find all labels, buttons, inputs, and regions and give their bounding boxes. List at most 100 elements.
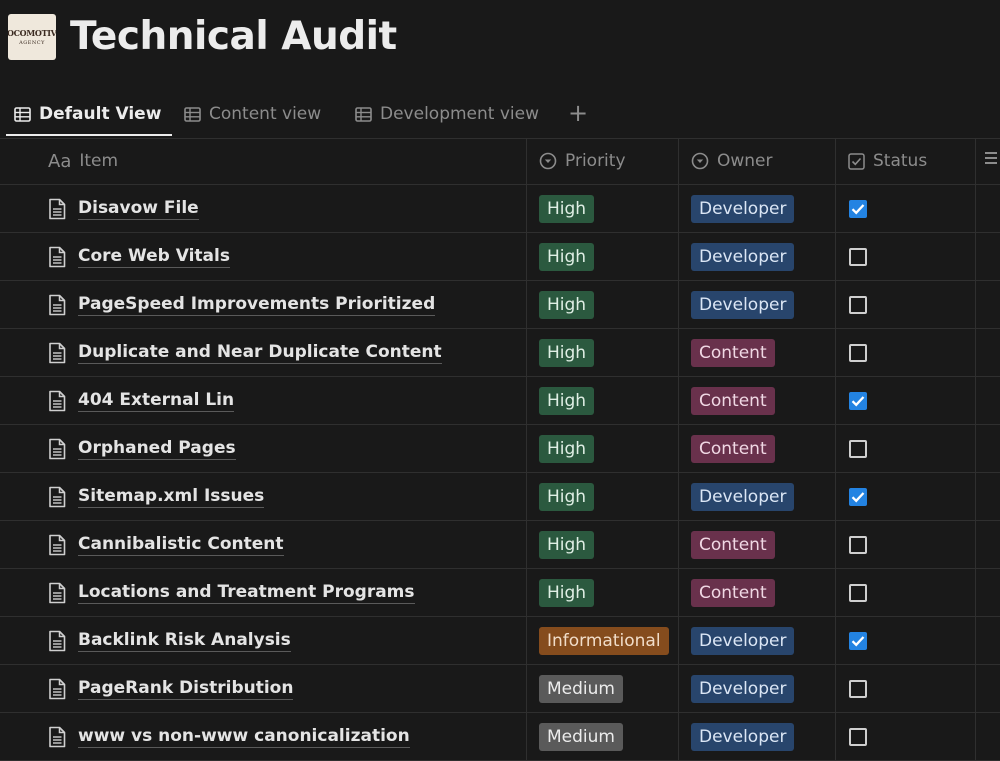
status-checkbox[interactable] bbox=[849, 727, 867, 746]
item-title[interactable]: Backlink Risk Analysis bbox=[78, 630, 291, 652]
item-title[interactable]: PageRank Distribution bbox=[78, 678, 294, 700]
priority-cell[interactable]: High bbox=[526, 185, 678, 232]
status-cell bbox=[835, 473, 975, 520]
owner-cell[interactable]: Developer bbox=[678, 617, 835, 664]
table-row[interactable]: Cannibalistic Content High Content bbox=[0, 521, 1000, 569]
item-cell[interactable]: PageSpeed Improvements Prioritized bbox=[0, 281, 526, 328]
item-title[interactable]: www vs non-www canonicalization bbox=[78, 726, 410, 748]
item-title[interactable]: 404 External Lin bbox=[78, 390, 235, 412]
status-checkbox[interactable] bbox=[849, 439, 867, 458]
tab-content-view[interactable]: Content view bbox=[184, 92, 321, 136]
column-header-owner[interactable]: Owner bbox=[678, 138, 835, 184]
tab-development-view[interactable]: Development view bbox=[355, 92, 539, 136]
page-icon-logo[interactable]: LOCOMOTIVE AGENCY bbox=[8, 14, 56, 60]
item-cell[interactable]: Backlink Risk Analysis bbox=[0, 617, 526, 664]
owner-cell[interactable]: Developer bbox=[678, 281, 835, 328]
priority-cell[interactable]: High bbox=[526, 233, 678, 280]
item-title[interactable]: Cannibalistic Content bbox=[78, 534, 284, 556]
add-view-button[interactable]: + bbox=[568, 98, 588, 128]
item-title[interactable]: Locations and Treatment Programs bbox=[78, 582, 415, 604]
table-row[interactable]: www vs non-www canonicalization Medium Dev… bbox=[0, 713, 1000, 761]
table-row[interactable]: Orphaned Pages High Content bbox=[0, 425, 1000, 473]
column-header-item[interactable]: Aa Item bbox=[0, 138, 526, 184]
priority-cell[interactable]: High bbox=[526, 569, 678, 616]
item-cell[interactable]: Sitemap.xml Issues bbox=[0, 473, 526, 520]
table-row[interactable]: 404 External Lin High Content bbox=[0, 377, 1000, 425]
item-cell[interactable]: Core Web Vitals bbox=[0, 233, 526, 280]
table-row[interactable]: Backlink Risk Analysis Informational Devel… bbox=[0, 617, 1000, 665]
item-cell[interactable]: www vs non-www canonicalization bbox=[0, 713, 526, 760]
owner-cell[interactable]: Content bbox=[678, 377, 835, 424]
owner-cell[interactable]: Developer bbox=[678, 233, 835, 280]
status-cell bbox=[835, 425, 975, 472]
item-title[interactable]: Core Web Vitals bbox=[78, 246, 230, 268]
priority-cell[interactable]: Informational bbox=[526, 617, 678, 664]
priority-cell[interactable]: Medium bbox=[526, 713, 678, 760]
owner-cell[interactable]: Developer bbox=[678, 185, 835, 232]
status-cell bbox=[835, 521, 975, 568]
status-checkbox[interactable] bbox=[849, 295, 867, 314]
priority-tag: Medium bbox=[539, 674, 623, 703]
priority-cell[interactable]: High bbox=[526, 377, 678, 424]
owner-cell[interactable]: Developer bbox=[678, 713, 835, 760]
status-checkbox[interactable] bbox=[849, 487, 867, 506]
status-checkbox[interactable] bbox=[849, 631, 867, 650]
item-cell[interactable]: Locations and Treatment Programs bbox=[0, 569, 526, 616]
owner-cell[interactable]: Developer bbox=[678, 473, 835, 520]
table-row[interactable]: Disavow File High Developer bbox=[0, 185, 1000, 233]
table-row[interactable]: PageSpeed Improvements Prioritized High De… bbox=[0, 281, 1000, 329]
owner-cell[interactable]: Content bbox=[678, 569, 835, 616]
item-title[interactable]: Sitemap.xml Issues bbox=[78, 486, 265, 508]
tab-default-view[interactable]: Default View bbox=[14, 92, 161, 136]
owner-cell[interactable]: Developer bbox=[678, 665, 835, 712]
item-cell[interactable]: Orphaned Pages bbox=[0, 425, 526, 472]
status-checkbox[interactable] bbox=[849, 199, 867, 218]
item-cell[interactable]: Disavow File bbox=[0, 185, 526, 232]
table-row[interactable]: Sitemap.xml Issues High Developer bbox=[0, 473, 1000, 521]
priority-cell[interactable]: High bbox=[526, 281, 678, 328]
check-icon bbox=[851, 491, 865, 502]
status-checkbox[interactable] bbox=[849, 391, 867, 410]
item-title[interactable]: Duplicate and Near Duplicate Content bbox=[78, 342, 442, 364]
page-icon bbox=[49, 438, 66, 459]
table-row[interactable]: Core Web Vitals High Developer bbox=[0, 233, 1000, 281]
status-cell bbox=[835, 233, 975, 280]
status-checkbox[interactable] bbox=[849, 679, 867, 698]
status-cell bbox=[835, 617, 975, 664]
item-cell[interactable]: Duplicate and Near Duplicate Content bbox=[0, 329, 526, 376]
status-checkbox[interactable] bbox=[849, 247, 867, 266]
check-icon bbox=[851, 635, 865, 646]
owner-tag: Developer bbox=[691, 194, 795, 223]
column-label: Priority bbox=[565, 151, 626, 171]
priority-cell[interactable]: High bbox=[526, 329, 678, 376]
page-title[interactable]: Technical Audit bbox=[70, 14, 397, 59]
item-cell[interactable]: PageRank Distribution bbox=[0, 665, 526, 712]
status-checkbox[interactable] bbox=[849, 535, 867, 554]
priority-cell[interactable]: High bbox=[526, 425, 678, 472]
more-columns-icon[interactable] bbox=[985, 152, 997, 168]
text-property-icon: Aa bbox=[48, 150, 72, 172]
table-row[interactable]: Duplicate and Near Duplicate Content High… bbox=[0, 329, 1000, 377]
owner-tag: Content bbox=[691, 578, 775, 607]
priority-cell[interactable]: Medium bbox=[526, 665, 678, 712]
item-title[interactable]: PageSpeed Improvements Prioritized bbox=[78, 294, 436, 316]
table-row[interactable]: Locations and Treatment Programs High Cont… bbox=[0, 569, 1000, 617]
item-cell[interactable]: 404 External Lin bbox=[0, 377, 526, 424]
owner-cell[interactable]: Content bbox=[678, 521, 835, 568]
table-row[interactable]: PageRank Distribution Medium Developer bbox=[0, 665, 1000, 713]
owner-tag: Content bbox=[691, 386, 775, 415]
column-header-priority[interactable]: Priority bbox=[526, 138, 678, 184]
owner-cell[interactable]: Content bbox=[678, 329, 835, 376]
empty-cell bbox=[975, 665, 1000, 712]
item-cell[interactable]: Cannibalistic Content bbox=[0, 521, 526, 568]
status-checkbox[interactable] bbox=[849, 583, 867, 602]
owner-cell[interactable]: Content bbox=[678, 425, 835, 472]
priority-cell[interactable]: High bbox=[526, 521, 678, 568]
item-title[interactable]: Disavow File bbox=[78, 198, 199, 220]
column-header-status[interactable]: Status bbox=[835, 138, 975, 184]
page-icon bbox=[49, 486, 66, 507]
status-checkbox[interactable] bbox=[849, 343, 867, 362]
item-title[interactable]: Orphaned Pages bbox=[78, 438, 236, 460]
priority-cell[interactable]: High bbox=[526, 473, 678, 520]
priority-tag: High bbox=[539, 530, 595, 559]
